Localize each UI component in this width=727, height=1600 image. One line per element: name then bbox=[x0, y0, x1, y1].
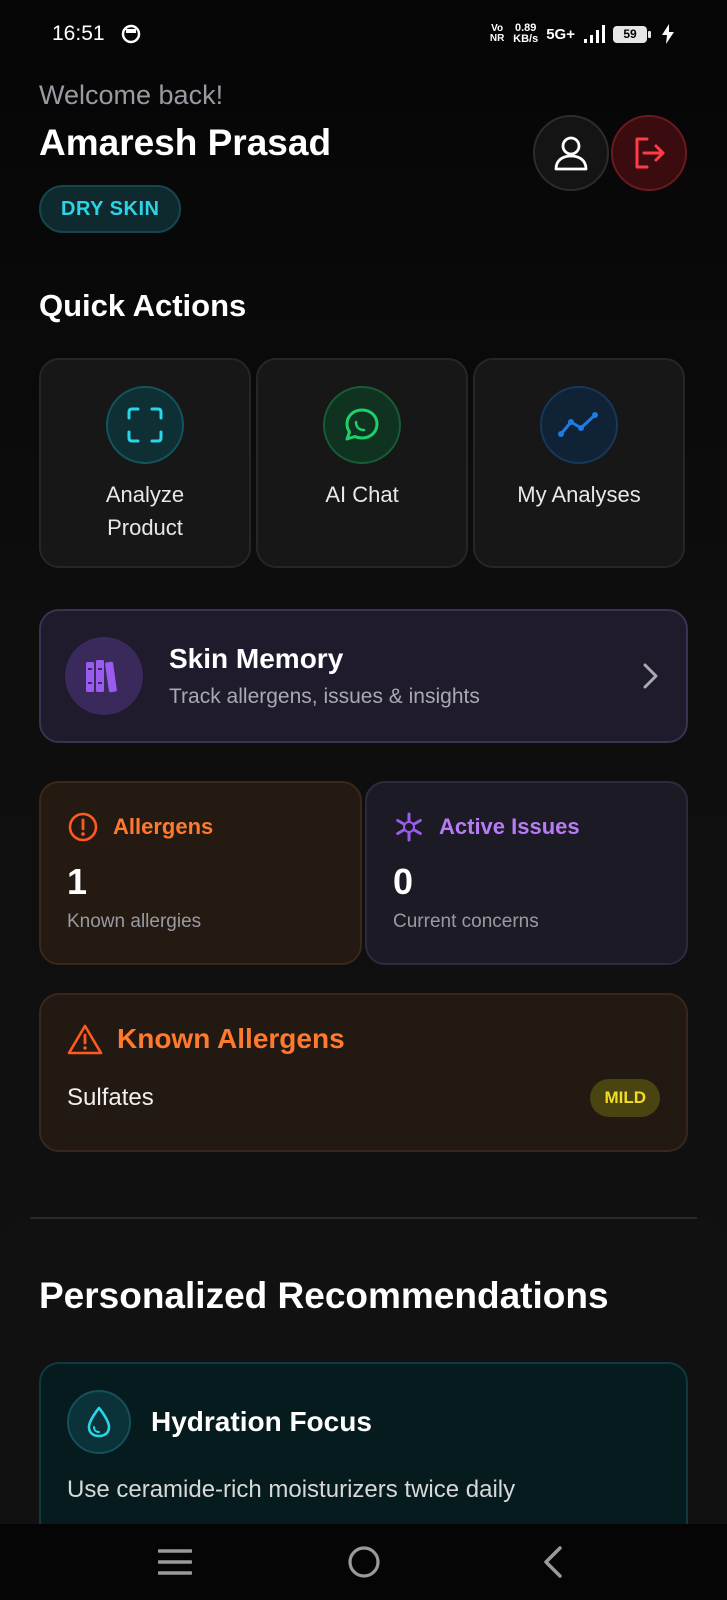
active-issues-sub: Current concerns bbox=[393, 911, 539, 932]
signal-icon bbox=[584, 25, 605, 43]
system-nav-bar bbox=[0, 1524, 727, 1600]
scan-icon-wrap bbox=[106, 386, 184, 464]
recommendation-desc: Use ceramide-rich moisturizers twice dai… bbox=[67, 1476, 516, 1503]
notification-face-icon bbox=[121, 24, 140, 44]
allergens-count: 1 bbox=[67, 861, 88, 902]
library-icon-wrap bbox=[65, 637, 143, 715]
warning-triangle-icon bbox=[67, 1024, 103, 1055]
home-button[interactable] bbox=[334, 1532, 394, 1592]
active-issues-label: Active Issues bbox=[439, 814, 580, 839]
analyze-product-button[interactable]: Analyze Product bbox=[39, 358, 251, 568]
trend-icon bbox=[558, 412, 598, 437]
user-icon bbox=[554, 136, 588, 171]
logout-icon bbox=[635, 137, 665, 169]
allergen-name: Sulfates bbox=[67, 1084, 154, 1111]
active-issues-stat-card[interactable]: Active Issues 0 Current concerns bbox=[365, 781, 688, 965]
back-button[interactable] bbox=[523, 1532, 583, 1592]
skin-memory-card[interactable]: Skin Memory Track allergens, issues & in… bbox=[39, 609, 688, 743]
skin-type-badge: DRY SKIN bbox=[39, 185, 182, 233]
droplet-icon-wrap bbox=[67, 1390, 131, 1454]
asterisk-icon bbox=[396, 812, 422, 842]
status-time: 16:51 bbox=[52, 22, 105, 45]
chevron-right-icon bbox=[643, 663, 658, 689]
droplet-icon bbox=[87, 1406, 111, 1438]
active-issues-count: 0 bbox=[393, 861, 414, 902]
chat-icon bbox=[345, 408, 379, 441]
network-speed: 0.89 KB/s bbox=[513, 23, 538, 45]
allergen-row[interactable]: Sulfates MILD bbox=[67, 1079, 660, 1117]
allergens-label: Allergens bbox=[113, 814, 214, 839]
status-bar: 16:51 Vo NR 0.89 KB/s 5G+ 59 bbox=[0, 0, 727, 68]
user-name: Amaresh Prasad bbox=[39, 122, 332, 163]
allergens-stat-card[interactable]: Allergens 1 Known allergies bbox=[39, 781, 362, 965]
home-screen: 16:51 Vo NR 0.89 KB/s 5G+ 59 Welcome bac… bbox=[0, 0, 727, 1600]
quick-actions-title: Quick Actions bbox=[39, 288, 247, 323]
recents-button[interactable] bbox=[145, 1532, 205, 1592]
back-icon bbox=[543, 1546, 562, 1578]
ai-chat-button[interactable]: AI Chat bbox=[256, 358, 468, 568]
library-icon bbox=[86, 660, 117, 693]
battery-level: 59 bbox=[613, 25, 651, 43]
logout-button[interactable] bbox=[611, 115, 687, 191]
skin-memory-subtitle: Track allergens, issues & insights bbox=[169, 685, 480, 708]
my-analyses-label: My Analyses bbox=[517, 482, 641, 507]
skin-memory-title: Skin Memory bbox=[169, 643, 344, 674]
known-allergens-title: Known Allergens bbox=[117, 1023, 345, 1054]
alert-circle-icon bbox=[68, 812, 98, 842]
scan-icon bbox=[127, 407, 163, 443]
network-speed-unit: KB/s bbox=[513, 33, 539, 45]
home-circle-icon bbox=[347, 1546, 380, 1578]
known-allergens-card: Known Allergens Sulfates MILD bbox=[39, 993, 688, 1152]
analyze-product-label: Analyze Product bbox=[105, 482, 185, 540]
recommendation-title: Hydration Focus bbox=[151, 1406, 372, 1437]
recommendation-card[interactable]: Hydration Focus Use ceramide-rich moistu… bbox=[39, 1362, 688, 1542]
vonr-indicator: Vo NR bbox=[489, 23, 505, 44]
profile-button[interactable] bbox=[533, 115, 609, 191]
sheet-divider bbox=[30, 1217, 697, 1219]
ai-chat-label: AI Chat bbox=[325, 482, 399, 507]
charging-icon bbox=[662, 24, 674, 44]
trend-icon-wrap bbox=[540, 386, 618, 464]
allergens-sub: Known allergies bbox=[67, 911, 202, 932]
chat-icon-wrap bbox=[323, 386, 401, 464]
my-analyses-button[interactable]: My Analyses bbox=[473, 358, 685, 568]
menu-icon bbox=[157, 1549, 192, 1575]
severity-badge: MILD bbox=[590, 1079, 660, 1117]
welcome-text: Welcome back! bbox=[39, 80, 224, 110]
network-type: 5G+ bbox=[546, 25, 575, 43]
recommendations-title: Personalized Recommendations bbox=[39, 1275, 609, 1316]
